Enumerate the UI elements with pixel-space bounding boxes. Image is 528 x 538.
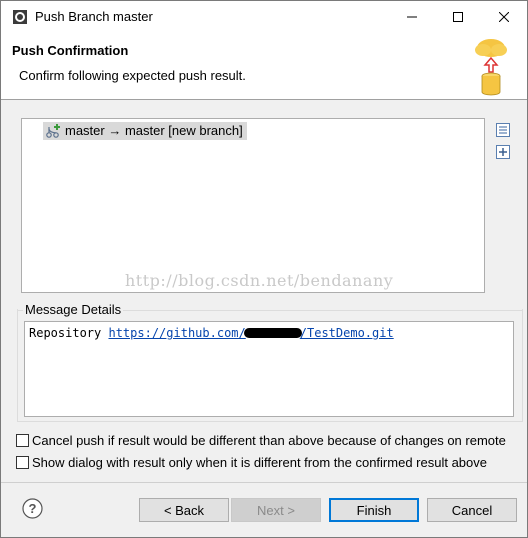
close-button[interactable] xyxy=(481,1,527,32)
help-icon[interactable]: ? xyxy=(22,498,43,519)
tree-item-ref-update[interactable]: master → master [new branch] xyxy=(43,122,247,140)
cancel-button[interactable]: Cancel xyxy=(427,498,517,522)
close-icon xyxy=(499,11,509,22)
page-description: Confirm following expected push result. xyxy=(19,68,246,83)
repository-url-start: https://github.com/ xyxy=(108,326,246,340)
page-title: Push Confirmation xyxy=(12,43,129,58)
maximize-button[interactable] xyxy=(435,1,481,32)
push-results-tree[interactable]: master → master [new branch] xyxy=(21,118,485,293)
expand-all-icon[interactable] xyxy=(495,144,511,160)
repository-url-end: /TestDemo.git xyxy=(299,326,394,340)
minimize-button[interactable] xyxy=(389,1,435,32)
finish-button[interactable]: Finish xyxy=(329,498,419,522)
repository-prefix: Repository xyxy=(29,326,109,340)
button-bar-divider xyxy=(1,482,527,483)
cancel-if-different-label: Cancel push if result would be different… xyxy=(32,432,506,448)
tree-item-label: master → master [new branch] xyxy=(65,123,243,138)
show-only-if-different-label: Show dialog with result only when it is … xyxy=(32,454,487,470)
redaction-mark xyxy=(243,328,302,338)
collapse-all-icon[interactable] xyxy=(495,122,511,138)
message-details-label: Message Details xyxy=(25,302,124,317)
svg-text:?: ? xyxy=(29,501,37,516)
push-to-cloud-icon xyxy=(475,39,507,96)
repository-link[interactable]: https://github.com/ /TestDemo.git xyxy=(108,326,393,340)
minimize-icon xyxy=(407,16,417,17)
cancel-if-different-option[interactable]: Cancel push if result would be different… xyxy=(16,432,506,448)
eclipse-icon xyxy=(13,10,27,24)
title-bar: Push Branch master xyxy=(1,1,527,32)
wizard-header: Push Confirmation Confirm following expe… xyxy=(1,32,527,100)
window-title: Push Branch master xyxy=(35,9,153,24)
branch-update-icon xyxy=(46,124,60,138)
message-details-text[interactable]: Repository https://github.com/ /TestDemo.… xyxy=(24,321,514,417)
next-button[interactable]: Next > xyxy=(231,498,321,522)
show-only-if-different-option[interactable]: Show dialog with result only when it is … xyxy=(16,454,487,470)
back-button[interactable]: < Back xyxy=(139,498,229,522)
maximize-icon xyxy=(453,11,463,22)
show-only-if-different-checkbox[interactable] xyxy=(16,455,29,469)
cancel-if-different-checkbox[interactable] xyxy=(16,433,29,447)
push-branch-dialog: Push Branch master Push Confirmation Con… xyxy=(0,0,528,538)
